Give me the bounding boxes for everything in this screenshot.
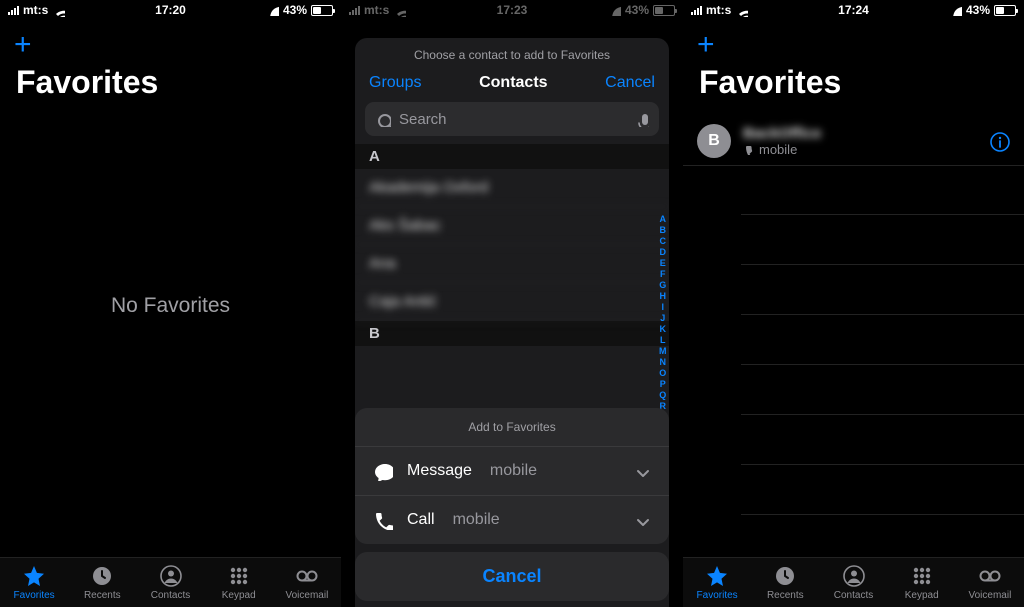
wifi-icon	[735, 4, 748, 17]
chevron-down-icon	[631, 461, 651, 481]
search-input[interactable]	[399, 111, 625, 128]
dnd-moon-icon	[268, 5, 279, 16]
carrier-label: mt:s	[706, 3, 731, 17]
contact-row[interactable]: Akademija Oxford	[355, 169, 669, 207]
separator	[741, 464, 1024, 465]
action-call[interactable]: Call mobile	[355, 495, 669, 544]
separator	[741, 214, 1024, 215]
action-cancel-button[interactable]: Cancel	[355, 552, 669, 601]
chevron-down-icon	[631, 510, 651, 530]
status-time: 17:20	[155, 3, 186, 17]
wifi-icon	[52, 4, 65, 17]
battery-icon	[311, 5, 333, 16]
status-bar: mt:s 17:20 43%	[0, 0, 341, 20]
voicemail-icon	[978, 564, 1002, 588]
groups-button[interactable]: Groups	[369, 74, 421, 92]
tab-keypad[interactable]: Keypad	[888, 558, 956, 607]
contact-icon	[842, 564, 866, 588]
sheet-subtitle: Choose a contact to add to Favorites	[355, 38, 669, 68]
keypad-icon	[227, 564, 251, 588]
dictation-icon[interactable]	[633, 111, 649, 127]
pane-contact-picker: mt:s 17:23 43% Choose a contact to add t…	[341, 0, 683, 607]
favorite-subtitle: mobile	[743, 142, 988, 157]
page-title: Favorites	[699, 64, 841, 101]
carrier-label: mt:s	[23, 3, 48, 17]
tab-bar: Favorites Recents Contacts Keypad Voicem…	[0, 557, 341, 607]
message-icon	[373, 461, 393, 481]
tab-recents[interactable]: Recents	[751, 558, 819, 607]
sheet-title: Contacts	[479, 74, 547, 92]
section-header-b: B	[355, 321, 669, 346]
pane-favorites-empty: mt:s 17:20 43% + Favorites No Favorites …	[0, 0, 341, 607]
contact-row[interactable]: Ana	[355, 245, 669, 283]
dnd-moon-icon	[951, 5, 962, 16]
phone-icon	[743, 143, 755, 155]
tab-favorites[interactable]: Favorites	[0, 558, 68, 607]
action-message[interactable]: Message mobile	[355, 446, 669, 495]
separator	[741, 264, 1024, 265]
tab-recents[interactable]: Recents	[68, 558, 136, 607]
pane-favorites-populated: mt:s 17:24 43% + Favorites B BackOffice …	[683, 0, 1024, 607]
battery-icon	[994, 5, 1016, 16]
section-header-a: A	[355, 144, 669, 169]
add-favorite-action-sheet: Add to Favorites Message mobile Call mob…	[355, 408, 669, 601]
page-title: Favorites	[16, 64, 158, 101]
search-field[interactable]	[365, 102, 659, 136]
favorite-row[interactable]: B BackOffice mobile	[683, 116, 1024, 166]
separator	[741, 314, 1024, 315]
empty-state-label: No Favorites	[0, 294, 341, 318]
status-time: 17:24	[838, 3, 869, 17]
tab-voicemail[interactable]: Voicemail	[273, 558, 341, 607]
signal-icon	[691, 6, 702, 15]
tab-bar: Favorites Recents Contacts Keypad Voicem…	[683, 557, 1024, 607]
add-favorite-button[interactable]: +	[14, 30, 32, 60]
status-bar: mt:s 17:24 43%	[683, 0, 1024, 20]
keypad-icon	[910, 564, 934, 588]
contact-icon	[159, 564, 183, 588]
clock-icon	[90, 564, 114, 588]
battery-pct: 43%	[966, 3, 990, 17]
add-favorite-button[interactable]: +	[697, 30, 715, 60]
voicemail-icon	[295, 564, 319, 588]
search-icon	[375, 111, 391, 127]
star-icon	[22, 564, 46, 588]
battery-pct: 43%	[283, 3, 307, 17]
separator	[741, 364, 1024, 365]
clock-icon	[773, 564, 797, 588]
avatar: B	[697, 124, 731, 158]
contact-row[interactable]: Aks Šabac	[355, 207, 669, 245]
tab-contacts[interactable]: Contacts	[136, 558, 204, 607]
contact-row[interactable]: Caja Antić	[355, 283, 669, 321]
favorite-name: BackOffice	[743, 125, 988, 142]
tab-favorites[interactable]: Favorites	[683, 558, 751, 607]
separator	[741, 514, 1024, 515]
signal-icon	[8, 6, 19, 15]
star-icon	[705, 564, 729, 588]
cancel-button[interactable]: Cancel	[605, 74, 655, 92]
info-icon[interactable]	[988, 130, 1010, 152]
separator	[741, 414, 1024, 415]
phone-icon	[373, 510, 393, 530]
tab-voicemail[interactable]: Voicemail	[956, 558, 1024, 607]
tab-keypad[interactable]: Keypad	[205, 558, 273, 607]
action-sheet-title: Add to Favorites	[355, 408, 669, 446]
tab-contacts[interactable]: Contacts	[819, 558, 887, 607]
